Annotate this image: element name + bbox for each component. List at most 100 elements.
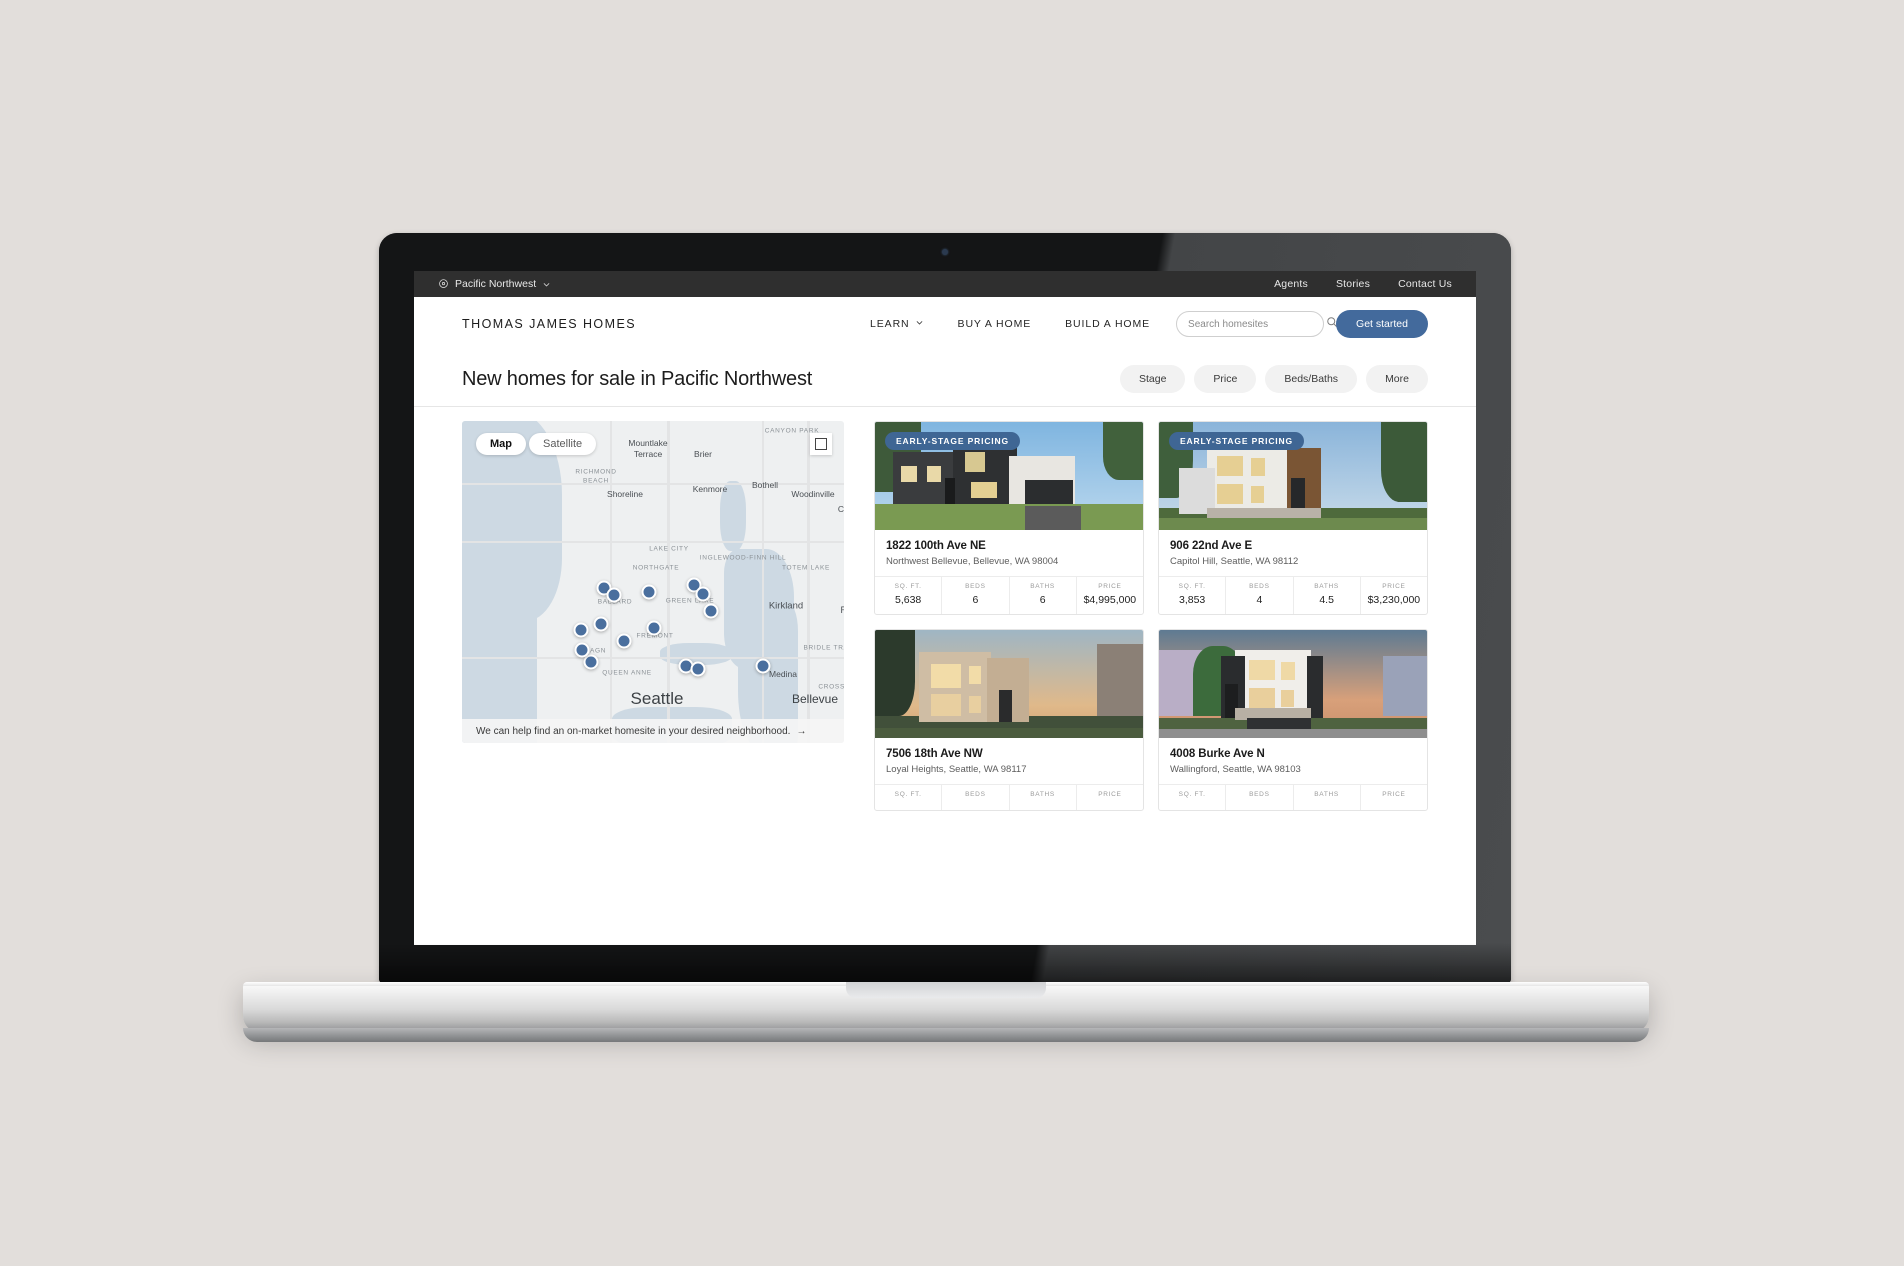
map-pin-marker[interactable] (616, 633, 632, 649)
map-type-toggle: Map Satellite (476, 433, 597, 455)
listing-specs: SQ. FT. 3,853 BEDS 4 BATHS 4.5 PRICE $3,… (1159, 576, 1427, 614)
spec-value: 6 (1039, 594, 1046, 606)
listing-location: Loyal Heights, Seattle, WA 98117 (886, 764, 1027, 775)
spec-price: PRICE $3,230,000 (1361, 577, 1427, 614)
listing-address: 4008 Burke Ave N (1170, 748, 1265, 760)
map-pin-marker[interactable] (583, 654, 599, 670)
filter-bar: Stage Price Beds/Baths More (1119, 365, 1428, 393)
nav-item-build-a-home[interactable]: BUILD A HOME (1065, 318, 1150, 330)
filter-more-button[interactable]: More (1366, 365, 1428, 393)
map-label: LAKE CITY (649, 545, 689, 553)
spec-label: BEDS (965, 791, 986, 798)
map-label: CANYON PARK (764, 427, 820, 435)
map-pin-marker[interactable] (574, 642, 590, 658)
laptop-mockup: Pacific Northwest Agents Stories Contact… (0, 0, 1904, 1266)
map-pin-marker[interactable] (695, 586, 711, 602)
spec-label: SQ. FT. (1178, 791, 1206, 798)
primary-nav: LEARN BUY A HOME BUILD A HOME (870, 318, 1150, 330)
fullscreen-icon[interactable] (810, 433, 832, 455)
map-pin-marker[interactable] (703, 603, 719, 619)
spec-label: BATHS (1030, 791, 1055, 798)
spec-value: 4.5 (1319, 594, 1334, 606)
listing-image[interactable]: EARLY-STAGE PRICING (875, 422, 1143, 530)
spec-label: SQ. FT. (894, 583, 922, 590)
map-footer-text: We can help find an on-market homesite i… (476, 725, 791, 737)
map-label: Kenmore (692, 484, 728, 494)
map-label: Brier (694, 449, 712, 459)
map-pin-marker[interactable] (606, 587, 622, 603)
utility-topbar: Pacific Northwest Agents Stories Contact… (414, 271, 1476, 297)
spec-sqft: SQ. FT. 3,853 (1159, 577, 1227, 614)
get-started-button[interactable]: Get started (1336, 310, 1428, 338)
filter-stage-button[interactable]: Stage (1119, 365, 1186, 393)
spec-sqft: SQ. FT. 5,638 (875, 577, 943, 614)
nav-item-buy-a-home[interactable]: BUY A HOME (958, 318, 1032, 330)
nav-label-learn: LEARN (870, 318, 910, 330)
map-pin-marker[interactable] (593, 616, 609, 632)
laptop-base (243, 982, 1649, 1032)
map-label: Redmond (840, 605, 844, 615)
laptop-notch (846, 982, 1046, 998)
map-view-button[interactable]: Map (476, 433, 526, 455)
map-label: Bellevue (791, 692, 839, 706)
listing-card[interactable]: 7506 18th Ave NW Loyal Heights, Seattle,… (874, 629, 1144, 811)
listing-address: 906 22nd Ave E (1170, 540, 1253, 552)
map-label: Mountlake (628, 438, 668, 448)
map-pin-marker[interactable] (646, 620, 662, 636)
chevron-down-icon (915, 318, 924, 330)
spec-label: BATHS (1030, 583, 1055, 590)
satellite-view-button[interactable]: Satellite (529, 433, 597, 455)
listing-badge: EARLY-STAGE PRICING (885, 432, 1020, 450)
map-label: INGLEWOOD-FINN HILL (699, 554, 787, 562)
listing-image[interactable]: EARLY-STAGE PRICING (1159, 422, 1427, 530)
map-label: Medina (769, 669, 797, 679)
spec-label: PRICE (1382, 583, 1406, 590)
spec-beds: BEDS (942, 785, 1010, 810)
topnav-link-agents[interactable]: Agents (1274, 278, 1308, 290)
location-selector[interactable]: Pacific Northwest (438, 278, 551, 290)
filter-price-button[interactable]: Price (1194, 365, 1257, 393)
listing-image[interactable] (875, 630, 1143, 738)
map-pin-marker[interactable] (755, 658, 771, 674)
filter-beds-baths-button[interactable]: Beds/Baths (1265, 365, 1358, 393)
listing-specs: SQ. FT. BEDS BATHS PRICE (875, 784, 1143, 810)
spec-label: BEDS (965, 583, 986, 590)
topnav-link-stories[interactable]: Stories (1336, 278, 1370, 290)
location-label: Pacific Northwest (455, 278, 537, 290)
laptop-base-edge (243, 1028, 1649, 1042)
search-box[interactable] (1176, 311, 1337, 337)
map-label: Bothell (752, 480, 778, 490)
search-input[interactable] (1188, 318, 1321, 330)
listing-specs: SQ. FT. 5,638 BEDS 6 BATHS 6 PRICE $4,99… (875, 576, 1143, 614)
map-panel[interactable]: Map Satellite Mountlake Terrace Brier CANYO… (462, 421, 844, 743)
spec-beds: BEDS 6 (942, 577, 1010, 614)
map-footer-note[interactable]: We can help find an on-market homesite i… (462, 719, 844, 743)
site-header: THOMAS JAMES HOMES LEARN BUY A HOME BUIL… (414, 297, 1476, 351)
spec-sqft: SQ. FT. (1159, 785, 1227, 810)
map-pin-marker[interactable] (573, 622, 589, 638)
map-label: BRIDLE TRAILS (803, 644, 844, 652)
listing-info: 1822 100th Ave NE Northwest Bellevue, Be… (875, 530, 1143, 576)
page-title: New homes for sale in Pacific Northwest (462, 367, 813, 390)
map-pin-icon (438, 278, 449, 290)
listing-card[interactable]: EARLY-STAGE PRICING 906 22nd Ave E Capit… (1158, 421, 1428, 615)
map-pin-marker[interactable] (641, 584, 657, 600)
map-pin-marker[interactable] (690, 661, 706, 677)
listing-image[interactable] (1159, 630, 1427, 738)
listing-specs: SQ. FT. BEDS BATHS PRICE (1159, 784, 1427, 810)
spec-label: BATHS (1314, 791, 1339, 798)
listing-badge: EARLY-STAGE PRICING (1169, 432, 1304, 450)
results-header: New homes for sale in Pacific Northwest … (414, 351, 1476, 407)
topnav-link-contact-us[interactable]: Contact Us (1398, 278, 1452, 290)
listing-card[interactable]: 4008 Burke Ave N Wallingford, Seattle, W… (1158, 629, 1428, 811)
map-label: Woodinville (791, 489, 835, 499)
spec-label: PRICE (1382, 791, 1406, 798)
browser-viewport: Pacific Northwest Agents Stories Contact… (414, 271, 1476, 945)
listing-location: Northwest Bellevue, Bellevue, WA 98004 (886, 556, 1059, 567)
map-label: Shoreline (607, 489, 643, 499)
nav-item-learn[interactable]: LEARN (870, 318, 924, 330)
spec-baths: BATHS (1294, 785, 1361, 810)
site-logo[interactable]: THOMAS JAMES HOMES (462, 317, 636, 331)
listing-card[interactable]: EARLY-STAGE PRICING 1822 100th Ave NE No… (874, 421, 1144, 615)
listing-location: Wallingford, Seattle, WA 98103 (1170, 764, 1301, 775)
